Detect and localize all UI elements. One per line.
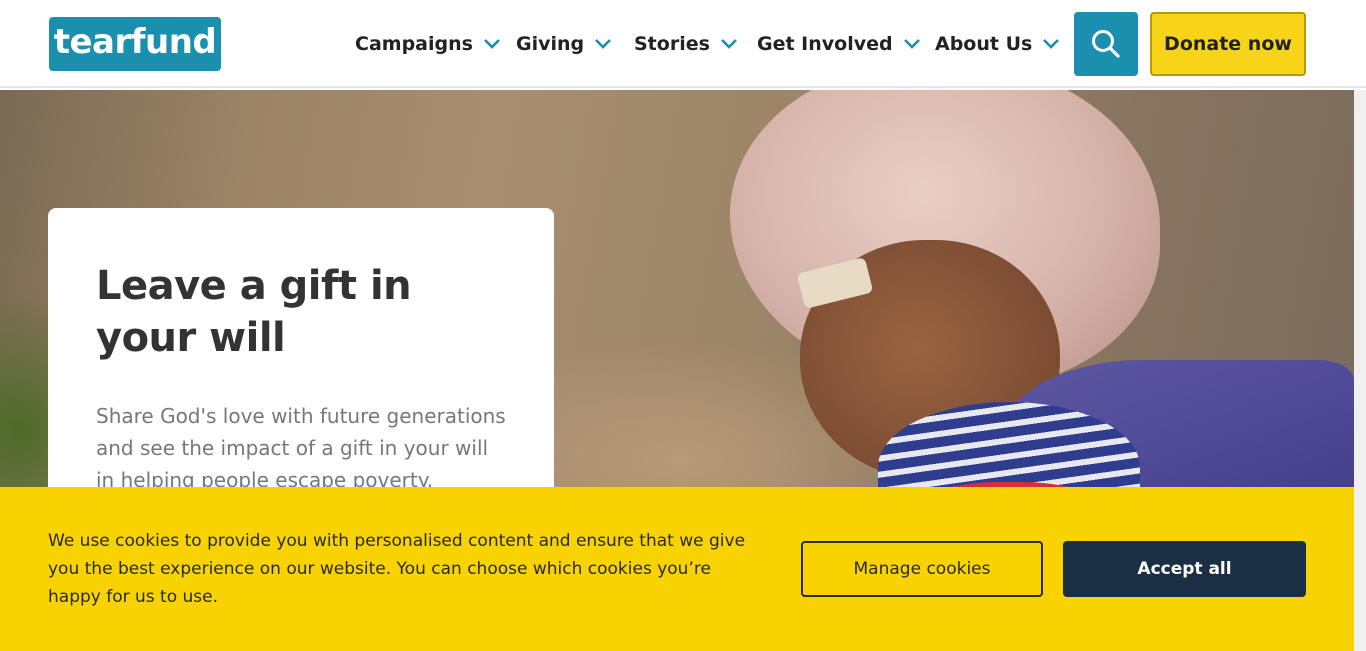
tearfund-logo[interactable]: tearfund (49, 17, 221, 71)
chevron-down-icon (720, 39, 737, 49)
page-title: Leave a gift in your will (96, 263, 412, 361)
cookie-message: We use cookies to provide you with perso… (48, 531, 746, 607)
nav-item-about-us[interactable]: About Us (935, 30, 1060, 58)
nav-item-stories[interactable]: Stories (634, 30, 738, 58)
hero-card: Leave a gift in your will Share God's lo… (48, 208, 554, 508)
chevron-down-icon (595, 39, 612, 49)
search-button[interactable] (1074, 12, 1138, 76)
chevron-down-icon (1043, 39, 1060, 49)
cookie-banner: We use cookies to provide you with perso… (0, 487, 1354, 651)
hero-description: Share God's love with future generations… (96, 404, 506, 492)
nav-label: About Us (935, 33, 1033, 55)
accept-all-button[interactable]: Accept all (1063, 541, 1306, 597)
logo-text: tearfund (53, 22, 217, 62)
nav-label: Stories (634, 33, 710, 55)
nav-label: Get Involved (757, 33, 893, 55)
nav-item-giving[interactable]: Giving (516, 30, 612, 58)
scrollbar[interactable] (1354, 90, 1366, 651)
donate-button[interactable]: Donate now (1150, 12, 1306, 76)
chevron-down-icon (903, 39, 920, 49)
chevron-down-icon (484, 39, 500, 49)
nav-item-campaigns[interactable]: Campaigns (355, 30, 501, 58)
nav-item-get-involved[interactable]: Get Involved (757, 30, 921, 58)
site-header: tearfund Campaigns Giving Stories Get In… (0, 0, 1366, 88)
search-icon (1092, 30, 1120, 58)
nav-label: Campaigns (355, 33, 473, 55)
nav-label: Giving (516, 33, 585, 55)
manage-cookies-button[interactable]: Manage cookies (801, 541, 1043, 597)
